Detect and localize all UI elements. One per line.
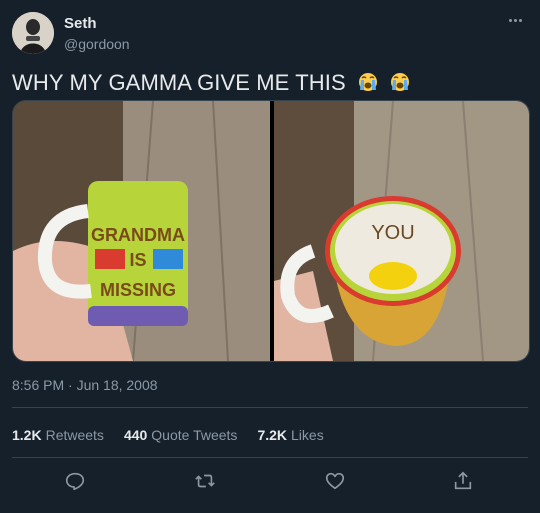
divider xyxy=(12,407,528,408)
dot xyxy=(518,18,522,22)
tweet-timestamp[interactable]: 8:56 PM · Jun 18, 2008 xyxy=(12,377,158,393)
mug-text-line: GRANDMA xyxy=(91,225,185,245)
tweet-card: Seth @gordoon WHY MY GAMMA GIVE ME THIS xyxy=(0,0,540,513)
quotes-label: Quote Tweets xyxy=(151,427,238,443)
retweets-stat[interactable]: 1.2K Retweets xyxy=(12,427,104,443)
tweet-stats: 1.2K Retweets 440 Quote Tweets 7.2K Likes xyxy=(12,427,324,443)
more-options-icon[interactable] xyxy=(504,10,526,30)
right-photo[interactable]: YOU xyxy=(274,101,529,361)
reply-icon xyxy=(65,472,85,491)
retweets-count: 1.2K xyxy=(12,427,42,443)
tweet-text: WHY MY GAMMA GIVE ME THIS xyxy=(12,70,410,96)
quote-tweets-stat[interactable]: 440 Quote Tweets xyxy=(124,427,238,443)
avatar[interactable] xyxy=(12,12,54,54)
author-handle[interactable]: @gordoon xyxy=(64,36,130,52)
author-name[interactable]: Seth xyxy=(64,15,97,32)
mug-text-line: IS xyxy=(129,250,146,270)
mug-text-line: YOU xyxy=(371,222,414,244)
dot xyxy=(513,18,517,22)
retweet-button[interactable] xyxy=(190,466,220,496)
tweet-actions xyxy=(0,466,540,496)
left-photo[interactable]: GRANDMA IS MISSING xyxy=(13,101,270,361)
quotes-count: 440 xyxy=(123,427,148,443)
like-icon xyxy=(325,472,345,490)
likes-count: 7.2K xyxy=(257,427,288,443)
loudly-crying-face-icon xyxy=(359,73,377,91)
loudly-crying-face-icon xyxy=(391,73,410,91)
tweet-media[interactable]: GRANDMA IS MISSING YOU xyxy=(12,100,530,362)
reply-button[interactable] xyxy=(60,466,90,496)
retweets-label: Retweets xyxy=(45,427,104,443)
share-icon xyxy=(454,471,472,490)
mug-text-line: MISSING xyxy=(100,280,176,300)
retweet-icon xyxy=(195,474,215,488)
divider xyxy=(12,457,528,458)
tweet-text-body: WHY MY GAMMA GIVE ME THIS xyxy=(12,70,346,95)
share-button[interactable] xyxy=(448,466,478,496)
like-button[interactable] xyxy=(320,466,350,496)
likes-stat[interactable]: 7.2K Likes xyxy=(257,427,323,443)
dot xyxy=(508,18,512,22)
likes-label: Likes xyxy=(291,427,324,443)
avatar-photo-icon xyxy=(12,12,54,54)
media-photos: GRANDMA IS MISSING YOU xyxy=(13,101,529,361)
